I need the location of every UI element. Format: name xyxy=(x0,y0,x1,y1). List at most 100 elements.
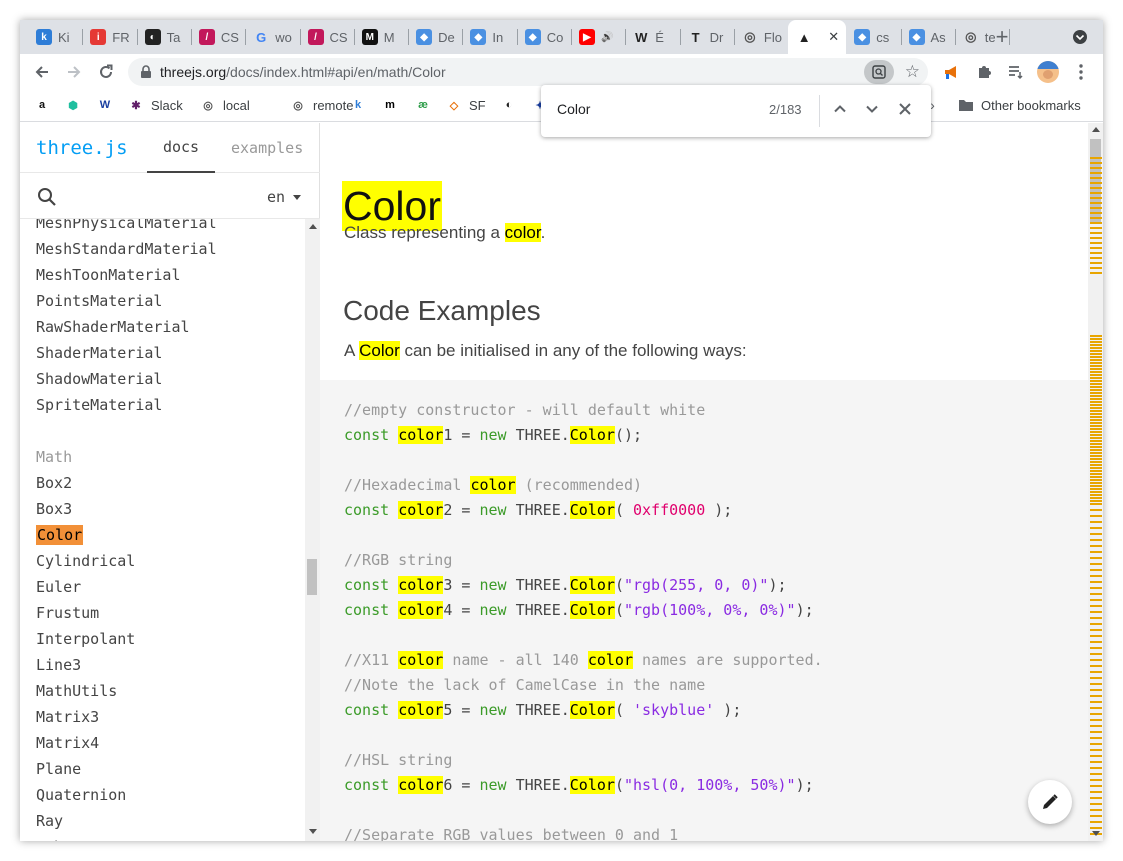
scroll-up-arrow-icon[interactable] xyxy=(309,224,317,229)
find-match: color xyxy=(504,223,541,242)
edit-page-button[interactable] xyxy=(1028,780,1072,824)
reload-icon[interactable] xyxy=(94,60,118,84)
sidebar-item-line3[interactable]: Line3 xyxy=(36,655,81,675)
find-next-chevron-down-icon[interactable] xyxy=(865,102,879,119)
tab-9[interactable]: ◆ In xyxy=(462,20,516,54)
scroll-up-arrow-icon[interactable] xyxy=(1092,127,1100,132)
tab-docs[interactable]: docs xyxy=(147,123,215,173)
tab-4[interactable]: / CS xyxy=(191,20,245,54)
find-marker xyxy=(1090,428,1102,430)
bookmark-m[interactable]: m xyxy=(382,97,405,113)
tab-2[interactable]: i FR xyxy=(82,20,136,54)
tab-12[interactable]: WÉ xyxy=(625,20,679,54)
tab-close-icon[interactable]: ✕ xyxy=(828,29,839,45)
sidebar-item-euler[interactable]: Euler xyxy=(36,577,81,597)
bookmark-local[interactable]: ◎ local xyxy=(200,97,250,113)
i-icon: i xyxy=(90,29,107,45)
bookmark-slack[interactable]: ✱ Slack xyxy=(128,97,182,113)
search-input[interactable] xyxy=(68,185,248,209)
sidebar-item-color[interactable]: Color xyxy=(36,525,84,545)
bookmark-sf[interactable]: ◇ SF xyxy=(446,97,486,113)
tab-15[interactable]: ▲ ✕ xyxy=(788,20,847,54)
sidebar-scrollbar[interactable] xyxy=(305,219,320,841)
find-close-icon[interactable] xyxy=(898,102,912,119)
tab-examples[interactable]: examples xyxy=(231,139,303,157)
code-token: (recommended) xyxy=(515,476,643,494)
find-marker xyxy=(1090,217,1102,219)
find-marker xyxy=(1090,237,1102,239)
search-icon[interactable] xyxy=(37,187,57,212)
bookmark-k[interactable]: k xyxy=(350,97,373,113)
sidebar-item-box2[interactable]: Box2 xyxy=(36,473,72,493)
sidebar-item-mathutils[interactable]: MathUtils xyxy=(36,681,117,701)
find-marker xyxy=(1090,335,1102,337)
tab-3[interactable]: ◐ Ta xyxy=(137,20,191,54)
bookmark-github[interactable]: ◐ xyxy=(501,97,524,113)
find-marker xyxy=(1090,641,1102,643)
extensions-puzzle-icon[interactable] xyxy=(972,60,996,84)
tab-6[interactable]: / CS xyxy=(300,20,354,54)
find-match: Color xyxy=(569,576,615,594)
sidebar-item-frustum[interactable]: Frustum xyxy=(36,603,99,623)
tab-17[interactable]: ◆ As xyxy=(901,20,955,54)
bookmark-ae[interactable]: æ xyxy=(415,97,438,113)
find-in-page-icon[interactable] xyxy=(864,60,894,84)
language-select[interactable]: en xyxy=(267,188,302,206)
sidebar-item-shadowmaterial[interactable]: ShadowMaterial xyxy=(36,369,162,389)
sidebar-item-plane[interactable]: Plane xyxy=(36,759,81,779)
address-bar[interactable]: threejs.org/docs/index.html#api/en/math/… xyxy=(128,58,928,86)
sidebar-item-quaternion[interactable]: Quaternion xyxy=(36,785,126,805)
star-icon[interactable]: ☆ xyxy=(905,63,920,81)
sidebar-item-cylindrical[interactable]: Cylindrical xyxy=(36,551,135,571)
new-tab-button[interactable]: + xyxy=(990,24,1014,49)
tab-7[interactable]: MM xyxy=(354,20,408,54)
more-menu-icon[interactable] xyxy=(1069,60,1093,84)
sidebar-item-pointsmaterial[interactable]: PointsMaterial xyxy=(36,291,162,311)
sidebar-item-spritematerial[interactable]: SpriteMaterial xyxy=(36,395,162,415)
sidebar-item-meshstandardmaterial[interactable]: MeshStandardMaterial xyxy=(36,239,217,259)
code-token: 6 = xyxy=(443,776,480,794)
sidebar-item-matrix3[interactable]: Matrix3 xyxy=(36,707,99,727)
back-arrow-icon[interactable] xyxy=(30,60,54,84)
find-marker xyxy=(1090,377,1102,379)
tab-10[interactable]: ◆ Co xyxy=(517,20,571,54)
find-marker xyxy=(1090,563,1102,565)
sidebar-item-meshtoonmaterial[interactable]: MeshToonMaterial xyxy=(36,265,181,285)
reading-list-icon[interactable] xyxy=(1004,60,1028,84)
cube-icon: ⬢ xyxy=(68,99,78,112)
sidebar-item-shadermaterial[interactable]: ShaderMaterial xyxy=(36,343,162,363)
threejs-logo-link[interactable]: three.js xyxy=(36,137,128,159)
scroll-down-arrow-icon[interactable] xyxy=(1092,831,1100,836)
tab-13[interactable]: T Dr xyxy=(680,20,734,54)
sidebar-item-meshphysicalmaterial[interactable]: MeshPhysicalMaterial xyxy=(36,219,217,233)
profile-avatar[interactable] xyxy=(1036,60,1060,84)
tab-5[interactable]: Gwo xyxy=(245,20,299,54)
bookmark-cube[interactable]: ⬢ xyxy=(65,97,88,113)
find-input[interactable] xyxy=(557,101,747,117)
other-bookmarks[interactable]: Other bookmarks xyxy=(958,97,1081,113)
sidebar-item-box3[interactable]: Box3 xyxy=(36,499,72,519)
scroll-down-arrow-icon[interactable] xyxy=(309,829,317,834)
find-marker xyxy=(1090,419,1102,421)
page-scroll-thumb[interactable] xyxy=(1090,139,1101,223)
forward-arrow-icon[interactable] xyxy=(62,60,86,84)
tab-11[interactable]: ▶ 🔊 xyxy=(571,20,625,54)
find-previous-chevron-up-icon[interactable] xyxy=(833,102,847,119)
sidebar-item-matrix4[interactable]: Matrix4 xyxy=(36,733,99,753)
sidebar-item-ray[interactable]: Ray xyxy=(36,811,63,831)
page-scrollbar[interactable] xyxy=(1088,123,1103,841)
tab-14[interactable]: ◎ Flo xyxy=(734,20,788,54)
sidebar-scroll-thumb[interactable] xyxy=(307,559,317,595)
tab-search-icon[interactable] xyxy=(1068,25,1092,49)
tab-8[interactable]: ◆ De xyxy=(408,20,462,54)
sidebar-item-interpolant[interactable]: Interpolant xyxy=(36,629,135,649)
bookmark-remote[interactable]: ◎ remote xyxy=(290,97,353,113)
tab-16[interactable]: ◆ cs xyxy=(846,20,900,54)
tab-1[interactable]: k Ki xyxy=(28,20,82,54)
megaphone-icon[interactable] xyxy=(940,60,964,84)
bookmark-a[interactable]: a xyxy=(34,97,57,113)
bookmark-w[interactable]: W xyxy=(97,97,120,113)
find-marker xyxy=(1090,557,1102,559)
sidebar-item-sphere[interactable]: Sphere xyxy=(36,837,90,841)
sidebar-item-rawshadermaterial[interactable]: RawShaderMaterial xyxy=(36,317,190,337)
